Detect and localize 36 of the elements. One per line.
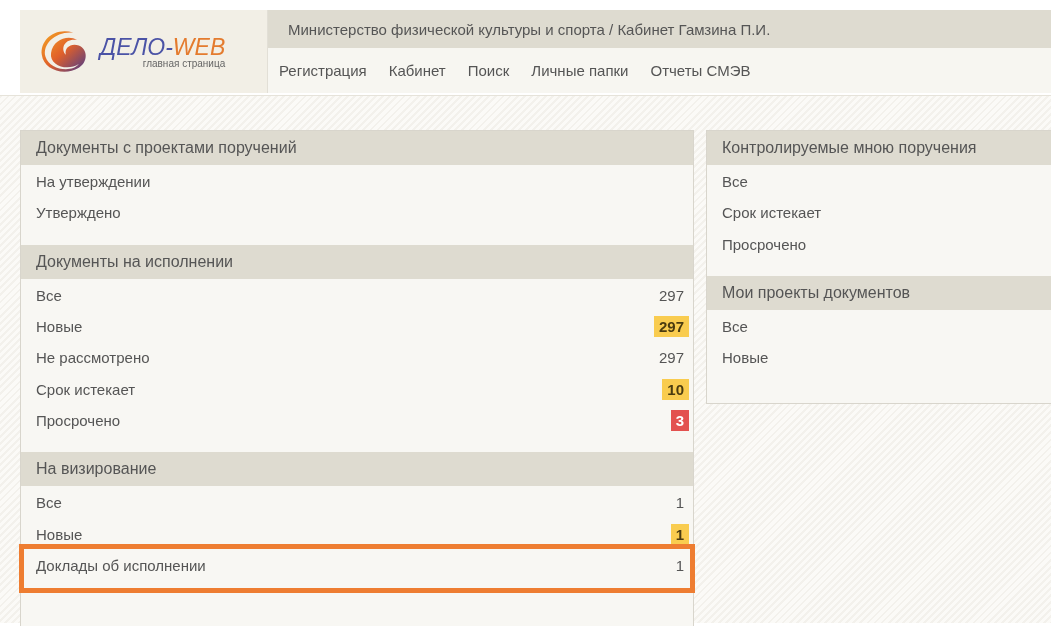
logo-subtitle: главная страница xyxy=(142,58,226,69)
nav-link[interactable]: Регистрация xyxy=(279,62,367,79)
folder-link[interactable]: Все xyxy=(36,494,62,512)
count-text: 297 xyxy=(657,348,685,369)
folder-link[interactable]: Все xyxy=(36,286,62,304)
count-badge: 297 xyxy=(653,316,689,338)
folder-link[interactable]: Все xyxy=(722,173,748,191)
logo-name: ДЕЛО-WEB xyxy=(100,34,226,60)
count-text: 1 xyxy=(674,493,685,514)
count-text: 1 xyxy=(674,555,685,576)
count-text: 297 xyxy=(657,285,685,306)
nav-link[interactable]: Личные папки xyxy=(531,62,629,79)
section-title: На визирование xyxy=(36,460,157,479)
folder-link[interactable]: Доклады об исполнении xyxy=(36,556,206,574)
section-title: Документы на исполнении xyxy=(36,252,234,271)
folder-link[interactable]: На утверждении xyxy=(36,173,151,191)
page-title: Министерство физической культуры и спорта / Кабинет Гамзина П.И. xyxy=(288,20,771,38)
folder-link[interactable]: Срок истекает xyxy=(722,204,822,222)
nav-link[interactable]: Кабинет xyxy=(388,62,446,79)
section-title: Мои проекты документов xyxy=(722,283,911,302)
section-title: Документы с проектами поручений xyxy=(36,139,297,157)
folder-link[interactable]: Новые xyxy=(36,525,83,543)
count-badge: 3 xyxy=(670,409,689,431)
folder-link[interactable]: Просрочено xyxy=(36,411,121,429)
folder-link[interactable]: Не рассмотрено xyxy=(36,349,150,367)
section-title: Контролируемые мною поручения xyxy=(722,139,977,157)
folder-link[interactable]: Новые xyxy=(722,349,769,367)
count-badge: 1 xyxy=(670,523,689,545)
nav-link[interactable]: Поиск xyxy=(467,62,510,79)
folder-link[interactable]: Новые xyxy=(36,318,83,336)
folder-link[interactable]: Срок истекает xyxy=(36,380,136,398)
folder-link[interactable]: Утверждено xyxy=(36,204,121,222)
folder-link[interactable]: Просрочено xyxy=(722,235,807,253)
count-badge: 10 xyxy=(662,378,689,400)
nav-link[interactable]: Отчеты СМЭВ xyxy=(650,62,751,79)
folder-link[interactable]: Все xyxy=(722,318,748,336)
